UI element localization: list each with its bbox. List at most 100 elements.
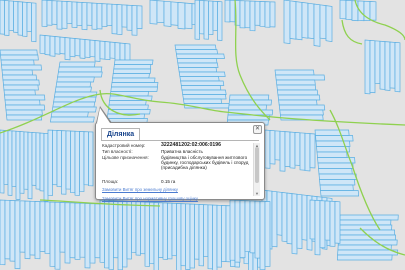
land-parcel[interactable] [0, 54, 39, 61]
land-parcel[interactable] [264, 1, 271, 28]
land-parcel[interactable] [74, 202, 81, 260]
land-parcel[interactable] [99, 199, 105, 263]
land-parcel[interactable] [153, 202, 159, 270]
land-parcel[interactable] [86, 2, 93, 26]
land-parcel[interactable] [56, 130, 62, 188]
land-parcel[interactable] [216, 204, 222, 268]
land-parcel[interactable] [113, 64, 152, 70]
land-parcel[interactable] [175, 53, 225, 59]
land-parcel[interactable] [136, 5, 143, 30]
land-parcel[interactable] [35, 132, 41, 190]
land-parcel[interactable] [89, 203, 96, 264]
land-parcel[interactable] [177, 2, 186, 30]
land-parcel[interactable] [66, 1, 73, 24]
land-parcel[interactable] [314, 199, 321, 256]
land-parcel[interactable] [274, 130, 281, 161]
land-parcel[interactable] [336, 254, 393, 261]
land-parcel[interactable] [339, 0, 347, 20]
land-parcel[interactable] [31, 2, 37, 43]
land-parcel[interactable] [122, 200, 128, 268]
land-parcel[interactable] [325, 5, 333, 42]
land-parcel[interactable] [244, 0, 251, 29]
land-parcel[interactable] [114, 59, 154, 65]
land-parcel[interactable] [111, 77, 156, 83]
land-parcel[interactable] [324, 200, 331, 241]
land-parcel[interactable] [184, 2, 193, 30]
land-parcel[interactable] [22, 1, 28, 37]
land-parcel[interactable] [181, 89, 227, 95]
land-parcel[interactable] [316, 151, 348, 158]
land-parcel[interactable] [109, 91, 149, 97]
land-parcel[interactable] [112, 73, 150, 79]
land-parcel[interactable] [318, 173, 357, 180]
land-parcel[interactable] [19, 131, 25, 194]
land-parcel[interactable] [109, 41, 116, 59]
land-parcel[interactable] [198, 204, 204, 267]
land-parcel[interactable] [29, 200, 36, 256]
land-parcel[interactable] [71, 1, 78, 28]
land-parcel[interactable] [144, 201, 150, 267]
land-parcel[interactable] [51, 0, 58, 25]
land-parcel[interactable] [101, 3, 108, 27]
land-parcel[interactable] [69, 202, 76, 259]
land-parcel[interactable] [49, 201, 56, 267]
land-parcel[interactable] [15, 130, 21, 200]
land-parcel[interactable] [178, 71, 226, 77]
land-parcel[interactable] [13, 0, 19, 33]
land-parcel[interactable] [108, 104, 149, 110]
land-parcel[interactable] [317, 162, 354, 169]
land-parcel[interactable] [208, 0, 214, 35]
land-parcel[interactable] [0, 199, 6, 266]
land-parcel[interactable] [0, 0, 5, 35]
land-parcel[interactable] [57, 71, 103, 78]
land-parcel[interactable] [3, 84, 39, 91]
land-parcel[interactable] [212, 0, 218, 31]
land-parcel[interactable] [47, 129, 53, 196]
land-parcel[interactable] [269, 1, 276, 28]
land-parcel[interactable] [379, 40, 386, 90]
land-parcel[interactable] [1, 64, 42, 71]
land-parcel[interactable] [345, 0, 353, 21]
land-parcel[interactable] [54, 86, 92, 93]
land-parcel[interactable] [74, 38, 81, 57]
land-parcel[interactable] [56, 0, 63, 30]
land-parcel[interactable] [283, 0, 291, 45]
land-parcel[interactable] [259, 1, 266, 27]
land-parcel[interactable] [39, 201, 46, 252]
land-parcel[interactable] [0, 49, 38, 56]
land-parcel[interactable] [104, 41, 111, 61]
land-parcel[interactable] [175, 49, 219, 55]
land-parcel[interactable] [319, 200, 326, 249]
land-parcel[interactable] [318, 168, 353, 175]
land-parcel[interactable] [249, 200, 256, 254]
land-parcel[interactable] [294, 132, 301, 166]
land-parcel[interactable] [275, 74, 326, 81]
land-parcel[interactable] [44, 201, 51, 255]
land-parcel[interactable] [94, 203, 101, 259]
close-icon[interactable]: ✕ [253, 125, 262, 134]
land-parcel[interactable] [369, 1, 377, 21]
land-parcel[interactable] [110, 86, 158, 92]
land-parcel[interactable] [351, 0, 359, 22]
land-parcel[interactable] [334, 201, 341, 244]
land-parcel[interactable] [239, 200, 246, 259]
land-parcel[interactable] [180, 203, 186, 267]
land-parcel[interactable] [289, 0, 297, 40]
land-parcel[interactable] [156, 0, 165, 24]
land-parcel[interactable] [0, 129, 5, 194]
land-parcel[interactable] [279, 109, 324, 116]
land-parcel[interactable] [228, 99, 272, 106]
land-parcel[interactable] [229, 0, 236, 23]
land-parcel[interactable] [279, 130, 286, 172]
land-parcel[interactable] [17, 1, 23, 36]
land-parcel[interactable] [389, 41, 396, 89]
land-parcel[interactable] [57, 66, 103, 73]
land-parcel[interactable] [4, 99, 41, 106]
land-parcel[interactable] [163, 0, 172, 27]
land-parcel[interactable] [3, 89, 36, 96]
land-parcel[interactable] [274, 69, 315, 76]
land-parcel[interactable] [19, 200, 26, 253]
land-parcel[interactable] [314, 129, 350, 136]
land-parcel[interactable] [179, 76, 220, 82]
land-parcel[interactable] [337, 249, 399, 256]
